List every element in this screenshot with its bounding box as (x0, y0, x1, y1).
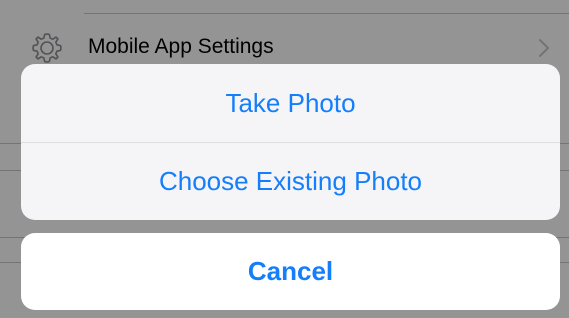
take-photo-label: Take Photo (225, 87, 356, 118)
choose-existing-photo-label: Choose Existing Photo (158, 165, 423, 196)
cancel-label: Cancel (247, 256, 334, 286)
action-sheet: Take Photo Choose Existing Photo (21, 64, 560, 220)
cancel-button[interactable]: Cancel (21, 233, 560, 310)
take-photo-button[interactable]: Take Photo (21, 64, 560, 142)
choose-existing-photo-button[interactable]: Choose Existing Photo (21, 142, 560, 220)
